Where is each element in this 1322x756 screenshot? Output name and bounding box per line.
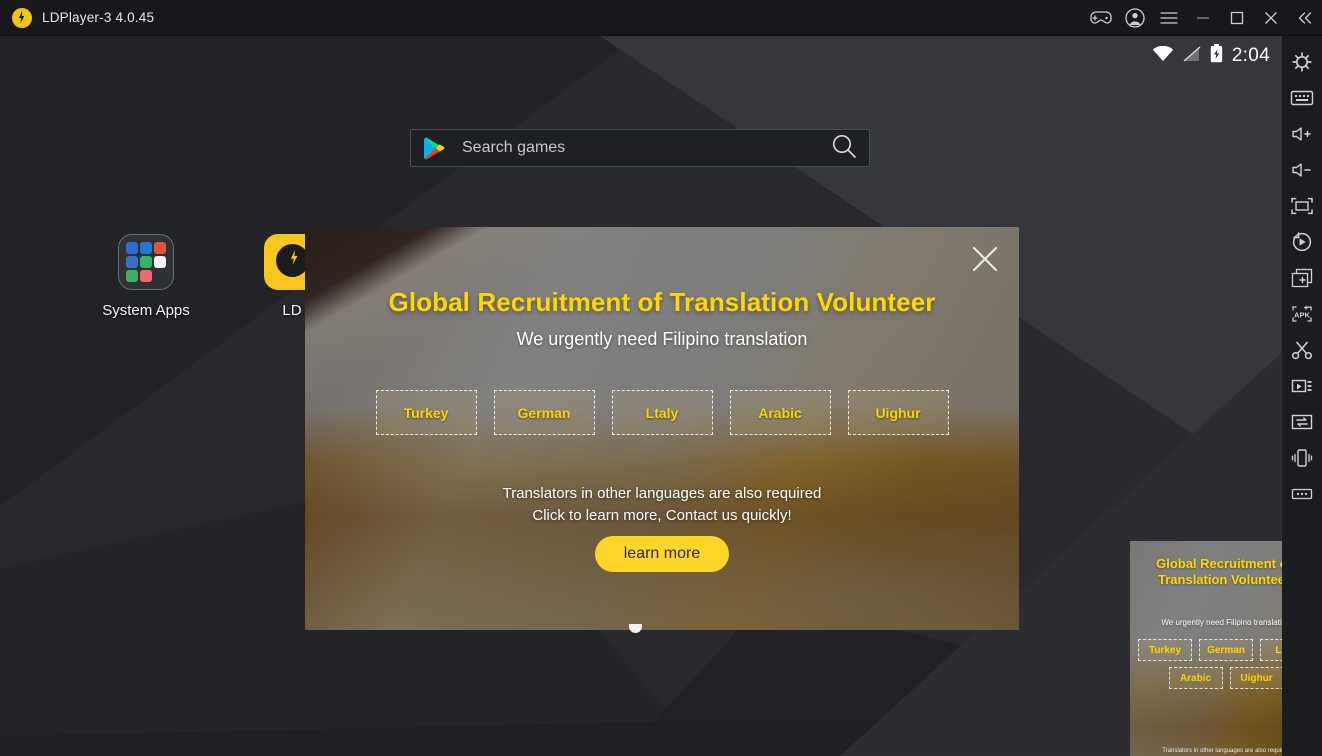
learn-more-button[interactable]: learn more	[595, 536, 729, 572]
mini-dialog-note-line1: Translators in other languages are also …	[1162, 748, 1282, 754]
mini-dialog-title-line2: Translation Volunteer	[1158, 572, 1282, 587]
google-play-icon	[423, 137, 445, 160]
language-chip-arabic[interactable]: Arabic	[729, 390, 831, 435]
android-status-bar: 2:04	[0, 36, 1282, 76]
battery-charging-icon	[1210, 44, 1223, 68]
mini-dialog-note: Translators in other languages are also …	[1130, 746, 1282, 756]
ldplayer-logo-icon	[12, 7, 32, 28]
minimize-icon[interactable]	[1186, 0, 1220, 36]
language-chip-turkey[interactable]: Turkey	[375, 390, 477, 435]
title-bar: LDPlayer-3 4.0.45	[0, 0, 1322, 36]
folder-mini-icon	[140, 256, 152, 268]
tool-sidebar: APK	[1282, 36, 1322, 756]
account-icon[interactable]	[1118, 0, 1152, 36]
dialog-note-line2: Click to learn more, Contact us quickly!	[532, 507, 792, 524]
mini-dialog-title-line1: Global Recruitment of	[1156, 556, 1282, 571]
signal-off-icon	[1183, 45, 1201, 67]
wifi-icon	[1152, 45, 1174, 67]
install-apk-icon[interactable]: APK	[1282, 296, 1322, 332]
ldplayer-window: LDPlayer-3 4.0.45 2:04 Search games Syst…	[0, 0, 1322, 756]
gamepad-icon[interactable]	[1084, 0, 1118, 36]
system-apps-folder[interactable]: System Apps	[86, 234, 206, 319]
mini-language-chip-turkey[interactable]: Turkey	[1138, 639, 1192, 661]
translation-volunteer-dialog: Global Recruitment of Translation Volunt…	[305, 227, 1019, 630]
language-chip-uighur[interactable]: Uighur	[847, 390, 949, 435]
keyboard-icon[interactable]	[1282, 80, 1322, 116]
close-icon[interactable]	[965, 239, 1005, 279]
dialog-note: Translators in other languages are also …	[305, 483, 1019, 527]
mini-language-chip-list: Turkey German Ltaly Arabic Uighur	[1134, 639, 1282, 689]
language-chip-list: Turkey German Ltaly Arabic Uighur	[305, 390, 1019, 435]
folder-mini-icon	[140, 242, 152, 254]
system-apps-folder-tile[interactable]	[118, 234, 174, 290]
window-controls	[1084, 0, 1322, 36]
shake-icon[interactable]	[1282, 440, 1322, 476]
folder-mini-icon	[154, 242, 166, 254]
language-chip-ltaly[interactable]: Ltaly	[611, 390, 713, 435]
transfer-icon[interactable]	[1282, 404, 1322, 440]
mini-dialog-subtitle: We urgently need Filipino translation	[1161, 618, 1282, 627]
search-games-bar[interactable]: Search games	[410, 129, 870, 167]
folder-mini-icon	[154, 270, 166, 282]
search-icon[interactable]	[831, 133, 857, 164]
close-icon[interactable]	[1254, 0, 1288, 36]
collapse-icon[interactable]	[1288, 0, 1322, 36]
volume-up-icon[interactable]	[1282, 116, 1322, 152]
mini-dialog-title: Global Recruitment of Translation Volunt…	[1152, 556, 1282, 588]
dialog-title: Global Recruitment of Translation Volunt…	[388, 287, 936, 317]
mini-language-chip-ltaly[interactable]: Ltaly	[1260, 639, 1282, 661]
translation-volunteer-mini-dialog: Global Recruitment of Translation Volunt…	[1130, 541, 1282, 756]
rotate-icon[interactable]	[1282, 224, 1322, 260]
maximize-icon[interactable]	[1220, 0, 1254, 36]
new-window-icon[interactable]	[1282, 260, 1322, 296]
language-chip-german[interactable]: German	[493, 390, 595, 435]
mini-language-chip-german[interactable]: German	[1199, 639, 1253, 661]
record-icon[interactable]	[1282, 368, 1322, 404]
folder-mini-icon	[126, 256, 138, 268]
screenshot-icon[interactable]	[1282, 332, 1322, 368]
settings-icon[interactable]	[1282, 44, 1322, 80]
dialog-subtitle: We urgently need Filipino translation	[516, 329, 808, 349]
volume-down-icon[interactable]	[1282, 152, 1322, 188]
folder-mini-icon	[140, 270, 152, 282]
fullscreen-icon[interactable]	[1282, 188, 1322, 224]
mini-language-chip-uighur[interactable]: Uighur	[1229, 667, 1282, 689]
more-icon[interactable]	[1282, 476, 1322, 512]
app-title: LDPlayer-3 4.0.45	[42, 10, 155, 25]
menu-icon[interactable]	[1152, 0, 1186, 36]
status-clock: 2:04	[1231, 45, 1270, 66]
system-apps-label: System Apps	[102, 302, 190, 319]
mini-language-chip-arabic[interactable]: Arabic	[1168, 667, 1223, 689]
search-input-placeholder[interactable]: Search games	[462, 139, 565, 157]
svg-text:APK: APK	[1294, 311, 1311, 320]
dialog-note-line1: Translators in other languages are also …	[502, 485, 822, 502]
android-screen: 2:04 Search games System Apps LD Global …	[0, 36, 1282, 756]
folder-mini-icon	[154, 256, 166, 268]
folder-mini-icon	[126, 270, 138, 282]
folder-mini-icon	[126, 242, 138, 254]
